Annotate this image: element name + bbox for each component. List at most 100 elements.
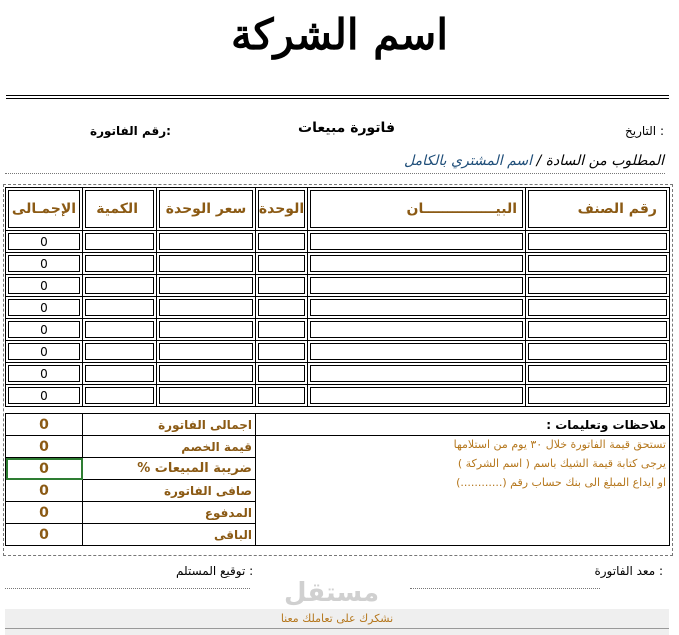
total-cell: 0 [5, 296, 83, 319]
quantity-cell[interactable] [82, 362, 157, 385]
table-row: 0 [5, 296, 670, 319]
notes-title: ملاحظات وتعليمات : [255, 413, 670, 436]
invoice-title: فاتورة مبيعات [298, 120, 395, 136]
total-cell: 0 [5, 252, 83, 275]
table-row: 0 [5, 384, 670, 407]
unit-cell[interactable] [255, 252, 308, 275]
customer-line [5, 173, 665, 174]
description-cell[interactable] [307, 274, 526, 297]
received-by-line[interactable] [5, 588, 250, 589]
summary-value: 0 [5, 501, 83, 524]
description-cell[interactable] [307, 252, 526, 275]
description-cell[interactable] [307, 340, 526, 363]
unit-cell[interactable] [255, 318, 308, 341]
table-row: 0 [5, 362, 670, 385]
summary-value: 0 [5, 523, 83, 546]
unit-cell[interactable] [255, 274, 308, 297]
customer-name-field[interactable]: اسم المشتري بالكامل [404, 153, 532, 169]
thanks-text: نشكرك على تعاملك معنا [280, 612, 394, 625]
quantity-cell[interactable] [82, 340, 157, 363]
watermark: مستقل [284, 578, 380, 608]
item-code-cell[interactable] [525, 340, 670, 363]
total-cell: 0 [5, 384, 83, 407]
header-divider-top [6, 95, 669, 96]
footer-rule [5, 628, 669, 629]
unit-cell[interactable] [255, 362, 308, 385]
quantity-cell[interactable] [82, 384, 157, 407]
description-cell[interactable] [307, 362, 526, 385]
customer-row: المطلوب من السادة / اسم المشتري بالكامل [404, 153, 664, 169]
summary-value: 0 [5, 413, 83, 436]
date-label: التاريخ : [624, 124, 664, 138]
invoice-number-label: رقم الفاتورة: [90, 124, 171, 138]
description-cell[interactable] [307, 230, 526, 253]
summary-label: الباقى [82, 523, 256, 546]
summary-label: ضريبة المبيعات % [82, 457, 256, 480]
quantity-cell[interactable] [82, 296, 157, 319]
summary-row: تستحق قيمة الفاتورة خلال ٣٠ يوم من استلا… [5, 435, 670, 546]
header-divider-bottom [6, 98, 669, 99]
requested-from-label: المطلوب من السادة / [536, 153, 664, 169]
item-code-cell[interactable] [525, 384, 670, 407]
description-cell[interactable] [307, 318, 526, 341]
col-total: الإجمـالى [5, 187, 83, 231]
table-row: 0 [5, 274, 670, 297]
col-item-code: رقم الصنف [525, 187, 670, 231]
table-row: 0 [5, 230, 670, 253]
unit-price-cell[interactable] [156, 362, 256, 385]
unit-price-cell[interactable] [156, 274, 256, 297]
unit-price-cell[interactable] [156, 384, 256, 407]
item-code-cell[interactable] [525, 252, 670, 275]
unit-cell[interactable] [255, 384, 308, 407]
items-table: رقم الصنف البيـــــــــــــــان الوحدة س… [5, 187, 670, 407]
summary-label: صافى الفاتورة [82, 479, 256, 502]
summary-table: ملاحظات وتعليمات : اجمالى الفاتورة 0 تست… [5, 413, 670, 546]
received-by-label: توقيع المستلم : [176, 564, 254, 578]
unit-cell[interactable] [255, 296, 308, 319]
unit-price-cell[interactable] [156, 230, 256, 253]
summary-label: المدفوع [82, 501, 256, 524]
prepared-by-line[interactable] [410, 588, 600, 589]
summary-value-selected[interactable]: 0 [5, 457, 83, 480]
table-row: 0 [5, 318, 670, 341]
table-row: 0 [5, 340, 670, 363]
col-quantity: الكمية [82, 187, 157, 231]
col-unit: الوحدة [255, 187, 308, 231]
item-code-cell[interactable] [525, 274, 670, 297]
item-code-cell[interactable] [525, 362, 670, 385]
summary-value: 0 [5, 435, 83, 458]
quantity-cell[interactable] [82, 318, 157, 341]
summary-label: قيمة الخصم [82, 435, 256, 458]
unit-price-cell[interactable] [156, 340, 256, 363]
description-cell[interactable] [307, 384, 526, 407]
notes-line: يرجى كتابة قيمة الشيك باسم ( اسم الشركة … [457, 457, 666, 470]
notes-line: او ايداع المبلغ الى بنك حساب رقم (......… [456, 476, 666, 489]
unit-cell[interactable] [255, 340, 308, 363]
total-cell: 0 [5, 274, 83, 297]
col-description: البيـــــــــــــــان [307, 187, 526, 231]
unit-cell[interactable] [255, 230, 308, 253]
item-code-cell[interactable] [525, 230, 670, 253]
item-code-cell[interactable] [525, 296, 670, 319]
total-cell: 0 [5, 362, 83, 385]
table-row: 0 [5, 252, 670, 275]
quantity-cell[interactable] [82, 230, 157, 253]
company-name: اسم الشركة [230, 10, 449, 59]
col-unit-price: سعر الوحدة [156, 187, 256, 231]
summary-row: ملاحظات وتعليمات : اجمالى الفاتورة 0 [5, 413, 670, 436]
unit-price-cell[interactable] [156, 318, 256, 341]
quantity-cell[interactable] [82, 252, 157, 275]
total-cell: 0 [5, 340, 83, 363]
quantity-cell[interactable] [82, 274, 157, 297]
item-code-cell[interactable] [525, 318, 670, 341]
items-header-row: رقم الصنف البيـــــــــــــــان الوحدة س… [5, 187, 670, 231]
description-cell[interactable] [307, 296, 526, 319]
unit-price-cell[interactable] [156, 252, 256, 275]
unit-price-cell[interactable] [156, 296, 256, 319]
total-cell: 0 [5, 318, 83, 341]
summary-label: اجمالى الفاتورة [82, 413, 256, 436]
total-cell: 0 [5, 230, 83, 253]
prepared-by-label: معد الفاتورة : [594, 564, 663, 578]
summary-value: 0 [5, 479, 83, 502]
notes-line: تستحق قيمة الفاتورة خلال ٣٠ يوم من استلا… [453, 438, 666, 451]
